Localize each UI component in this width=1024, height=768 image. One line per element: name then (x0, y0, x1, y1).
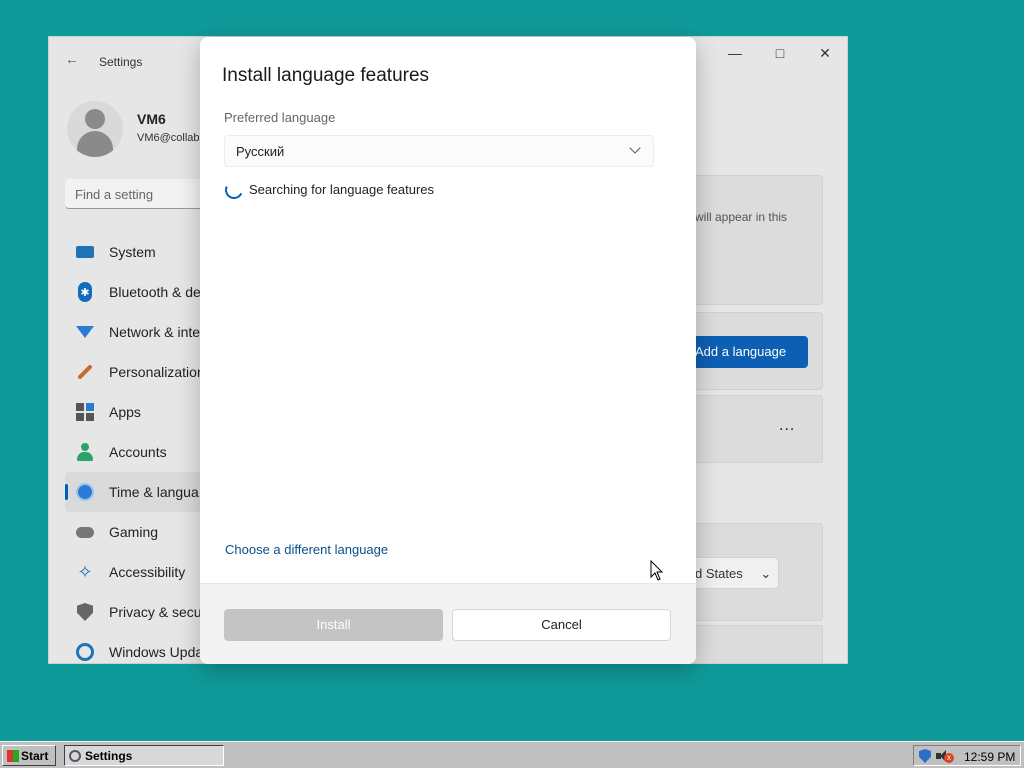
language-list-card (685, 175, 823, 305)
taskbar-item-label: Settings (85, 749, 133, 763)
choose-different-language-link[interactable]: Choose a different language (225, 542, 388, 557)
sidebar-item-label: Time & langua (109, 484, 199, 500)
install-button[interactable]: Install (224, 609, 443, 641)
start-label: Start (21, 749, 49, 763)
dialog-footer: Install Cancel (200, 583, 696, 664)
gear-icon (69, 750, 81, 762)
add-language-button[interactable]: Add a language (679, 336, 808, 368)
profile-email: VM6@collab (137, 132, 200, 144)
apps-icon (75, 402, 95, 422)
back-arrow-icon[interactable]: ← (65, 51, 79, 67)
window-title: Settings (99, 55, 143, 69)
sidebar-item-label: System (109, 244, 156, 260)
sidebar-item-label: Gaming (109, 524, 159, 540)
wifi-icon (75, 322, 95, 342)
bluetooth-icon: ✱ (75, 282, 95, 302)
loading-spinner-icon (222, 178, 246, 202)
profile-name: VM6 (137, 111, 166, 127)
preferred-language-select[interactable]: Русский (224, 135, 654, 167)
sidebar-item-label: Personalization (109, 364, 205, 380)
dialog-title: Install language features (222, 65, 430, 86)
avatar (67, 101, 123, 157)
chevron-down-icon (629, 142, 641, 154)
sidebar-item-label: Bluetooth & de (109, 284, 201, 300)
sidebar-item-label: Windows Upda (109, 644, 204, 660)
chevron-down-icon: ⌄ (760, 566, 772, 581)
start-button[interactable]: Start (2, 745, 56, 766)
sidebar-item-label: Privacy & secu (109, 604, 202, 620)
install-language-dialog: Install language features Preferred lang… (200, 37, 696, 664)
person-icon (75, 442, 95, 462)
taskbar: Start Settings x 12:59 PM (0, 741, 1024, 768)
status-text: Searching for language features (249, 182, 435, 197)
selected-language: Русский (236, 144, 285, 159)
mute-icon: x (944, 753, 954, 763)
bottom-card (685, 625, 823, 663)
region-value: d States (695, 566, 743, 581)
brush-icon (75, 362, 95, 382)
card-description: will appear in this (695, 210, 788, 224)
language-item-card (685, 395, 823, 463)
maximize-button[interactable]: □ (760, 43, 800, 63)
sidebar-item-label: Accessibility (109, 564, 186, 580)
preferred-language-label: Preferred language (224, 110, 336, 125)
globe-clock-icon (75, 482, 95, 502)
sidebar-item-label: Network & inte (109, 324, 201, 340)
taskbar-item-settings[interactable]: Settings (64, 745, 224, 766)
monitor-icon (75, 242, 95, 262)
shield-icon (75, 602, 95, 622)
cancel-button[interactable]: Cancel (452, 609, 671, 641)
gamepad-icon (75, 522, 95, 542)
windows-logo-icon (7, 750, 19, 762)
sidebar-item-label: Apps (109, 404, 141, 420)
update-icon (75, 642, 95, 662)
sidebar-item-label: Accounts (109, 444, 167, 460)
security-shield-icon[interactable] (919, 749, 931, 763)
system-tray: x 12:59 PM (913, 745, 1021, 766)
more-options-icon[interactable]: ... (779, 417, 795, 435)
minimize-button[interactable]: — (715, 43, 755, 63)
close-button[interactable]: ✕ (805, 43, 845, 63)
accessibility-icon: ✧ (77, 561, 93, 582)
clock[interactable]: 12:59 PM (964, 750, 1015, 764)
